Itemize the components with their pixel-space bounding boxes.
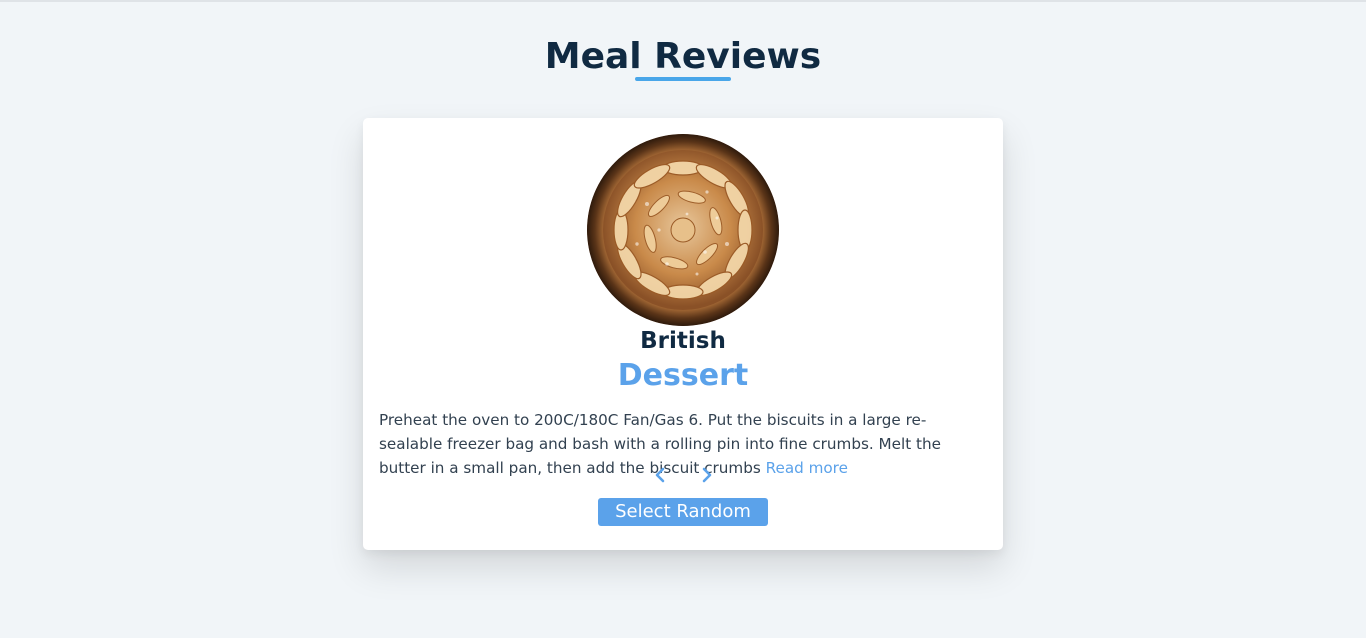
review-card: British Dessert Preheat the oven to 200C… xyxy=(363,118,1003,550)
select-random-button[interactable]: Select Random xyxy=(598,498,768,526)
chevron-right-icon xyxy=(702,467,712,483)
meal-image xyxy=(587,134,779,326)
top-divider xyxy=(0,0,1366,2)
meal-category: Dessert xyxy=(617,358,749,393)
prev-button[interactable] xyxy=(649,464,671,486)
meal-cuisine: British xyxy=(640,328,726,354)
review-navigation xyxy=(645,464,721,486)
chevron-left-icon xyxy=(655,467,665,483)
tart-icon xyxy=(587,134,779,326)
read-more-link[interactable]: Read more xyxy=(766,459,848,477)
page-title: Meal Reviews xyxy=(544,36,822,77)
title-underline xyxy=(635,77,731,81)
next-button[interactable] xyxy=(696,464,718,486)
